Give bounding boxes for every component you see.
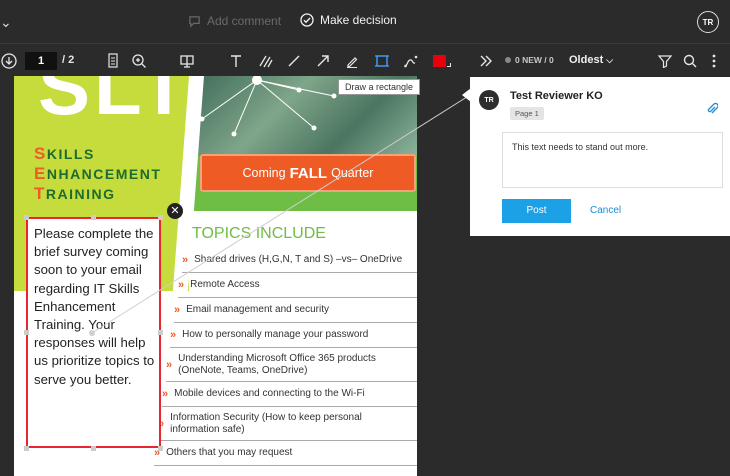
cancel-button[interactable]: Cancel [590,205,621,216]
resize-handle[interactable] [91,215,96,220]
comments-header: 0 NEW / 0 Oldest ⌵ [470,46,730,76]
resize-handle[interactable] [24,446,29,451]
compare-view-icon[interactable] [178,52,196,70]
resize-handle[interactable] [24,330,29,335]
set-title: SKILLS ENHANCEMENT TRAINING [34,144,161,204]
highlight-tool-icon[interactable] [257,52,275,70]
comment-card: TR Test Reviewer KO Page 1 This text nee… [470,77,730,236]
page-number-input[interactable]: 1 [25,52,57,70]
reviewer-name: Test Reviewer KO [510,90,603,102]
delete-annotation-button[interactable]: ✕ [167,203,183,219]
swatch-corner-icon [447,63,451,67]
resize-handle[interactable] [158,330,163,335]
topic-item: » Shared drives (H,G,N, T and S) –vs– One… [182,248,417,273]
more-options-icon[interactable] [705,52,723,70]
rectangle-annotation[interactable]: Please complete the brief survey coming … [26,217,161,448]
page-total: / 2 [62,54,75,66]
sort-dropdown[interactable]: Oldest ⌵ [569,54,613,66]
filter-icon[interactable] [656,52,674,70]
chevron-right-icon: » [162,388,169,400]
user-avatar[interactable]: TR [697,11,719,33]
ribbon-text-bold: FALL [289,164,328,182]
arrow-tool-icon[interactable] [314,52,332,70]
add-comment-button[interactable]: Add comment [188,14,281,28]
document-viewport[interactable]: SLT Coming FALL Quarter SKILLS ENHANCEME… [0,76,470,476]
topic-item: » How to personally manage your password [170,323,417,348]
new-comments-count: 0 NEW / 0 [505,55,554,65]
note-text: Please complete the brief survey coming … [34,226,155,387]
topic-item: » Remote Access [178,273,417,298]
topics-heading: TOPICS INCLUDE [192,225,326,242]
annotation-app: ⌄ Add comment Make decision TR 1 / 2 Dra… [0,0,730,476]
chevron-right-icon: » [170,329,177,341]
comment-input[interactable]: This text needs to stand out more. [502,132,723,188]
topic-item: » Email management and security [174,298,417,323]
resize-handle[interactable] [158,446,163,451]
page-badge: Page 1 [510,107,544,120]
add-comment-label: Add comment [207,14,282,28]
annotation-toolbar: 1 / 2 [0,46,470,76]
text-tool-icon[interactable] [227,52,245,70]
set-title-line: TRAINING [34,184,116,203]
ribbon-text-pre: Coming [242,166,286,180]
collapse-panel-icon[interactable] [477,52,495,70]
chevron-down-icon: ⌵ [606,55,614,65]
set-title-line: ENHANCEMENT [34,164,162,183]
chevron-right-icon: » [178,279,185,291]
chevron-down-icon[interactable]: ⌄ [0,14,12,31]
document-icon[interactable] [104,52,122,70]
download-icon[interactable] [0,52,18,70]
topic-item: » Others that you may request [154,441,417,466]
set-title-line: SKILLS [34,144,95,163]
rectangle-tool-icon[interactable] [373,52,391,70]
tooltip: Draw a rectangle [338,79,421,95]
topic-item: » Mobile devices and connecting to the Wi… [162,382,417,407]
comment-icon [189,15,200,28]
dot-icon [505,57,511,63]
topic-item: » Information Security (How to keep perso… [158,407,417,441]
color-swatch [433,55,446,67]
resize-handle[interactable] [91,446,96,451]
coming-fall-banner: Coming FALL Quarter [200,154,416,192]
document-page[interactable]: SLT Coming FALL Quarter SKILLS ENHANCEME… [14,76,417,476]
search-icon[interactable] [681,52,699,70]
line-tool-icon[interactable] [285,52,303,70]
check-circle-icon [300,13,314,27]
reviewer-avatar: TR [479,90,499,110]
ribbon-text-post: Quarter [331,166,374,180]
make-decision-label: Make decision [320,13,397,27]
topic-item: » Understanding Microsoft Office 365 prod… [166,348,417,382]
freehand-tool-icon[interactable] [402,52,420,70]
attachment-icon[interactable] [706,102,719,121]
chevron-right-icon: » [166,358,173,371]
post-button[interactable]: Post [502,199,571,223]
resize-handle[interactable] [24,215,29,220]
resize-handle[interactable] [158,215,163,220]
make-decision-button[interactable]: Make decision [300,13,397,27]
top-bar: ⌄ Add comment Make decision TR [0,0,730,44]
chevron-right-icon: » [182,254,189,266]
pen-tool-icon[interactable] [343,52,361,70]
sort-label: Oldest [569,54,604,66]
zoom-icon[interactable] [130,52,148,70]
chevron-right-icon: » [174,304,181,316]
color-picker[interactable] [433,52,451,70]
